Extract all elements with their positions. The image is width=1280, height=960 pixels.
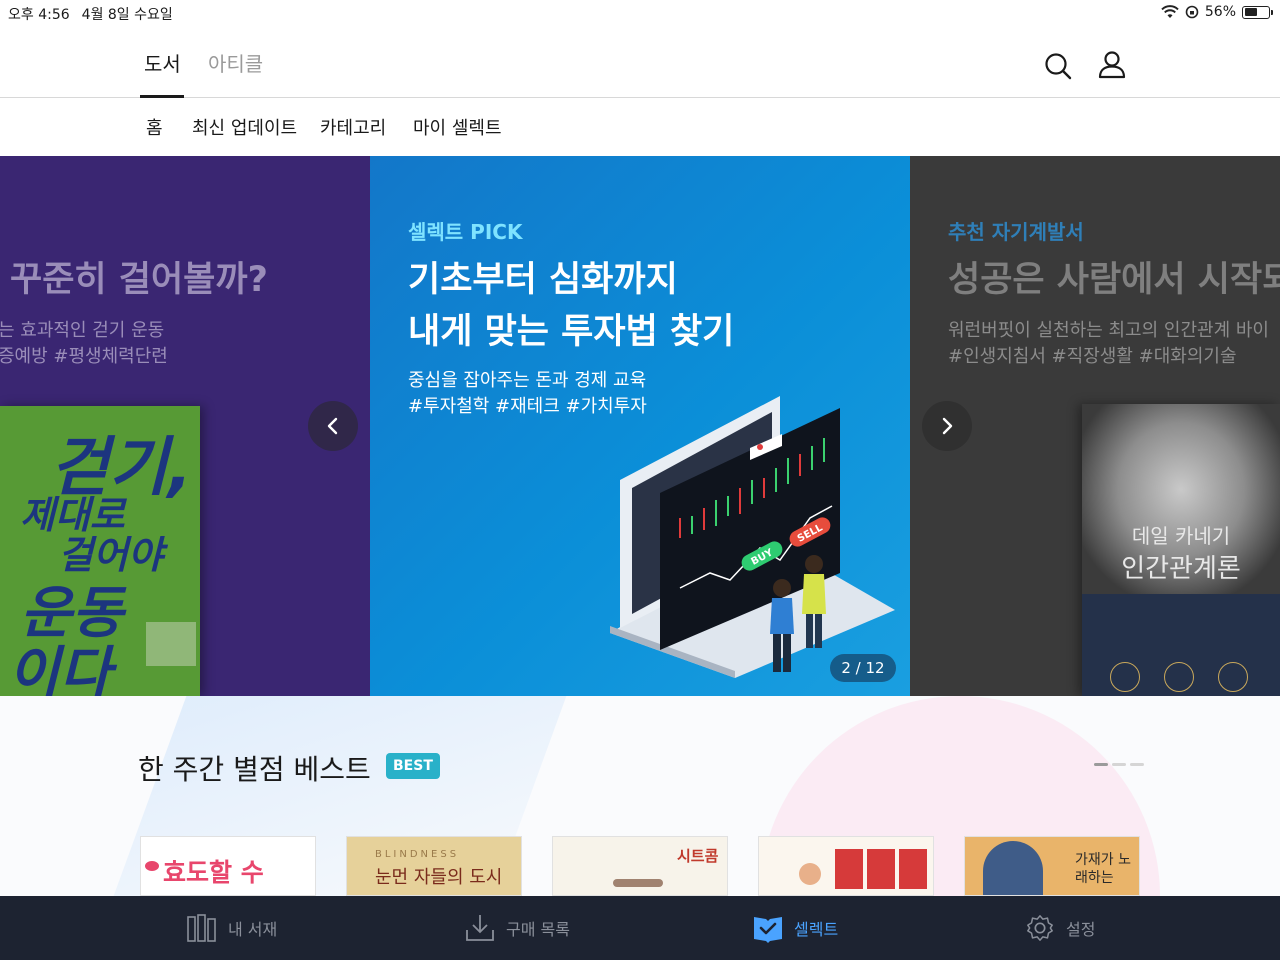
ridibooks-select-screen: 오후 4:56 4월 8일 수요일 56% 도서 아티클 홈 최신 업데이트 카… <box>0 0 1280 960</box>
subnav-latest-update[interactable]: 최신 업데이트 <box>192 114 297 140</box>
best-book-5[interactable]: 가재가 노래하는 <box>964 836 1140 896</box>
best-book-4[interactable] <box>758 836 934 896</box>
tab-select[interactable]: 셀렉트 <box>752 896 838 960</box>
wifi-icon <box>1161 5 1179 18</box>
battery-percent: 56% <box>1204 4 1236 20</box>
tab-select-label: 셀렉트 <box>794 920 839 939</box>
book-5-silhouette <box>983 841 1043 895</box>
tab-settings[interactable]: 설정 <box>1024 896 1095 960</box>
weekly-best-section: 한 주간 별점 베스트 BEST 효도할 수 BLINDNESS 눈먼 자들의 … <box>0 696 1280 896</box>
best-book-1-title: 효도할 수 <box>163 858 264 887</box>
tab-my-library[interactable]: 내 서재 <box>186 896 277 960</box>
page-dot-3 <box>1130 763 1144 766</box>
laptop-trading-illustration: BUY SELL <box>610 396 895 678</box>
tab-my-library-label: 내 서재 <box>228 920 278 939</box>
section-title: 한 주간 별점 베스트 <box>138 753 371 786</box>
best-badge: BEST <box>386 753 440 779</box>
status-bar: 오후 4:56 4월 8일 수요일 56% <box>0 0 1280 24</box>
top-nav: 도서 아티클 <box>0 24 1280 98</box>
best-book-2-title: 눈먼 자들의 도시 <box>375 867 503 888</box>
slide-next-label: 추천 자기계발서 <box>948 220 1084 244</box>
book-3-animal-illustration <box>613 879 663 887</box>
tab-articles[interactable]: 아티클 <box>208 48 263 77</box>
award-badge-1 <box>1110 662 1140 692</box>
book-cover-carnegie: 데일 카네기 인간관계론 <box>1082 404 1280 696</box>
slide-label: 셀렉트 PICK <box>408 220 523 244</box>
subnav-category[interactable]: 카테고리 <box>320 114 386 140</box>
book-carnegie-title: 인간관계론 <box>1121 554 1241 584</box>
download-icon <box>466 915 494 941</box>
sub-nav: 홈 최신 업데이트 카테고리 마이 셀렉트 <box>0 98 1280 156</box>
page-dot-2 <box>1112 763 1126 766</box>
chevron-left-icon <box>327 417 338 435</box>
tab-purchases-label: 구매 목록 <box>506 920 570 939</box>
subnav-my-select[interactable]: 마이 셀렉트 <box>413 114 502 140</box>
battery-cap <box>1271 9 1273 15</box>
orientation-lock-icon <box>1185 5 1199 19</box>
status-time: 오후 4:56 <box>8 7 70 23</box>
best-book-3-title: 시트콤 <box>677 847 719 865</box>
section-page-dots <box>1094 763 1144 766</box>
banner-slide-current[interactable]: 셀렉트 PICK 기초부터 심화까지 내게 맞는 투자법 찾기 중심을 잡아주는… <box>370 156 910 696</box>
search-icon[interactable] <box>1042 50 1074 82</box>
tab-books[interactable]: 도서 <box>144 48 181 77</box>
book-1-sticker <box>145 861 159 871</box>
subnav-home[interactable]: 홈 <box>146 114 163 140</box>
best-book-1[interactable]: 효도할 수 <box>140 836 316 896</box>
book-4-character <box>799 863 821 885</box>
slide-title-line2: 내게 맞는 투자법 찾기 <box>408 312 735 352</box>
bottom-tab-bar: 내 서재 구매 목록 셀렉트 설정 <box>0 896 1280 960</box>
chevron-right-icon <box>942 417 953 435</box>
status-right: 56% <box>1161 4 1273 20</box>
slide-next-desc-1: 워런버핏이 실천하는 최고의 인간관계 바이 <box>948 320 1269 341</box>
book-carnegie-author: 데일 카네기 <box>1131 524 1231 548</box>
battery-fill <box>1244 8 1257 16</box>
carousel-page-indicator: 2 / 12 <box>830 654 896 682</box>
book-4-card-2 <box>867 849 895 889</box>
slide-title-line1: 기초부터 심화까지 <box>408 260 678 300</box>
status-left: 오후 4:56 4월 8일 수요일 <box>8 4 173 24</box>
award-badge-3 <box>1218 662 1248 692</box>
carousel-next-button[interactable] <box>922 401 972 451</box>
page-dot-1 <box>1094 763 1108 766</box>
best-book-5-title: 가재가 노래하는 <box>1075 852 1131 886</box>
status-date: 4월 8일 수요일 <box>81 7 173 23</box>
gear-icon <box>1027 915 1053 941</box>
book-4-card-3 <box>899 849 927 889</box>
tab-settings-label: 설정 <box>1066 920 1096 939</box>
slide-next-desc-2: #인생지침서 #직장생활 #대화의기술 <box>948 346 1237 367</box>
award-badge-2 <box>1164 662 1194 692</box>
best-book-3[interactable]: 시트콤 <box>552 836 728 896</box>
best-book-2[interactable]: BLINDNESS 눈먼 자들의 도시 <box>346 836 522 896</box>
carousel-prev-button[interactable] <box>308 401 358 451</box>
tab-purchases[interactable]: 구매 목록 <box>464 896 570 960</box>
best-book-2-en: BLINDNESS <box>375 849 460 860</box>
battery-icon <box>1242 5 1273 19</box>
select-book-icon <box>754 917 782 943</box>
slide-next-title: 성공은 사람에서 시작되 <box>948 260 1280 300</box>
book-4-card-1 <box>835 849 863 889</box>
profile-icon[interactable] <box>1096 48 1128 80</box>
bookshelf-icon <box>187 914 216 942</box>
banner-carousel: 꾸준히 걸어볼까? 는 효과적인 걷기 운동 증예방 #평생체력단련 걷기, 제… <box>0 156 1280 696</box>
